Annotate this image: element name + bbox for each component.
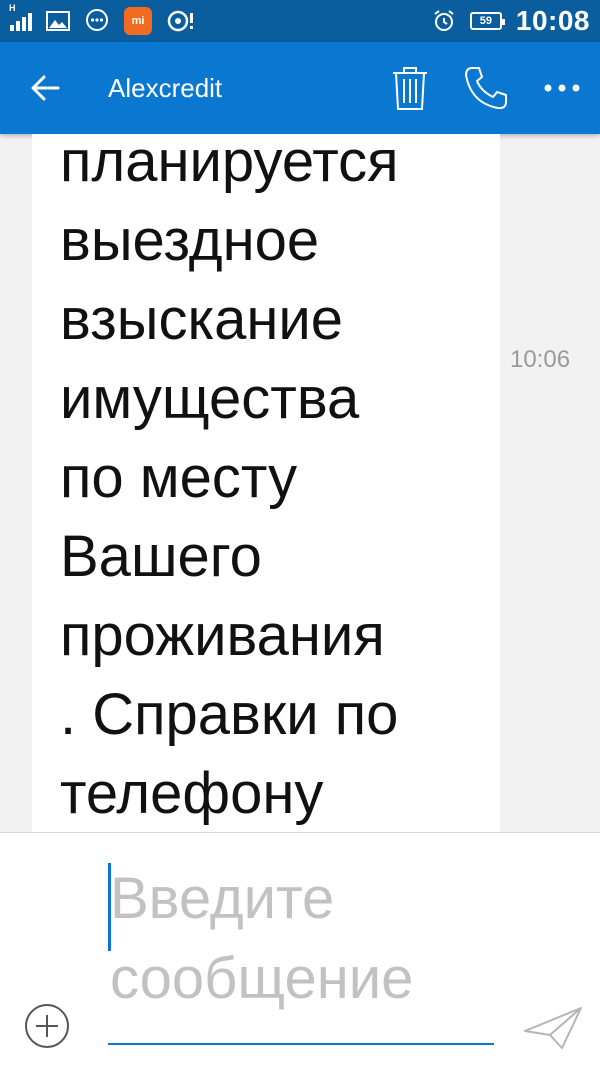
back-arrow-icon	[31, 75, 60, 101]
status-bar-right: 59 10:08	[432, 5, 590, 37]
phone-icon	[465, 67, 507, 110]
conversation-title: Alexcredit	[108, 72, 223, 103]
message-bubble[interactable]: планируется выездное взыскание имущества…	[32, 134, 500, 832]
message-input[interactable]: Введите сообщение	[108, 859, 494, 1045]
chat-notification-icon	[86, 9, 108, 31]
message-list[interactable]: планируется выездное взыскание имущества…	[0, 134, 600, 832]
media-notification-icon	[167, 10, 193, 32]
delete-button[interactable]	[372, 42, 448, 134]
input-underline	[108, 1043, 494, 1045]
send-button[interactable]	[518, 1001, 588, 1055]
message-input-placeholder: Введите сообщение	[110, 866, 414, 1011]
mi-app-label: mi	[131, 15, 145, 27]
status-clock: 10:08	[515, 5, 590, 36]
status-bar: H mi 59 10:08	[0, 0, 600, 42]
gallery-icon	[46, 11, 70, 31]
trash-icon	[393, 67, 427, 110]
network-type-label: H	[9, 3, 16, 13]
conversation-toolbar: Alexcredit	[0, 42, 600, 134]
call-button[interactable]	[448, 42, 524, 134]
battery-icon: 59	[469, 12, 505, 30]
alarm-icon	[434, 10, 454, 31]
message-time: 10:06	[510, 346, 571, 373]
compose-bar: Введите сообщение	[0, 832, 600, 1066]
add-attachment-button[interactable]	[22, 1001, 72, 1051]
signal-icon: H	[9, 3, 32, 31]
send-icon	[524, 1007, 582, 1049]
more-options-button[interactable]	[524, 42, 600, 134]
status-bar-left: H mi	[9, 3, 196, 35]
back-button[interactable]	[0, 42, 90, 134]
battery-level: 59	[479, 15, 492, 27]
plus-circle-icon	[25, 1004, 69, 1048]
more-icon	[544, 84, 580, 92]
mi-app-icon: mi	[124, 7, 152, 35]
message-text: планируется выездное взыскание имущества…	[60, 134, 399, 826]
messaging-screen: H mi 59 10:08 Alexcredit планируется вые…	[0, 0, 600, 1066]
